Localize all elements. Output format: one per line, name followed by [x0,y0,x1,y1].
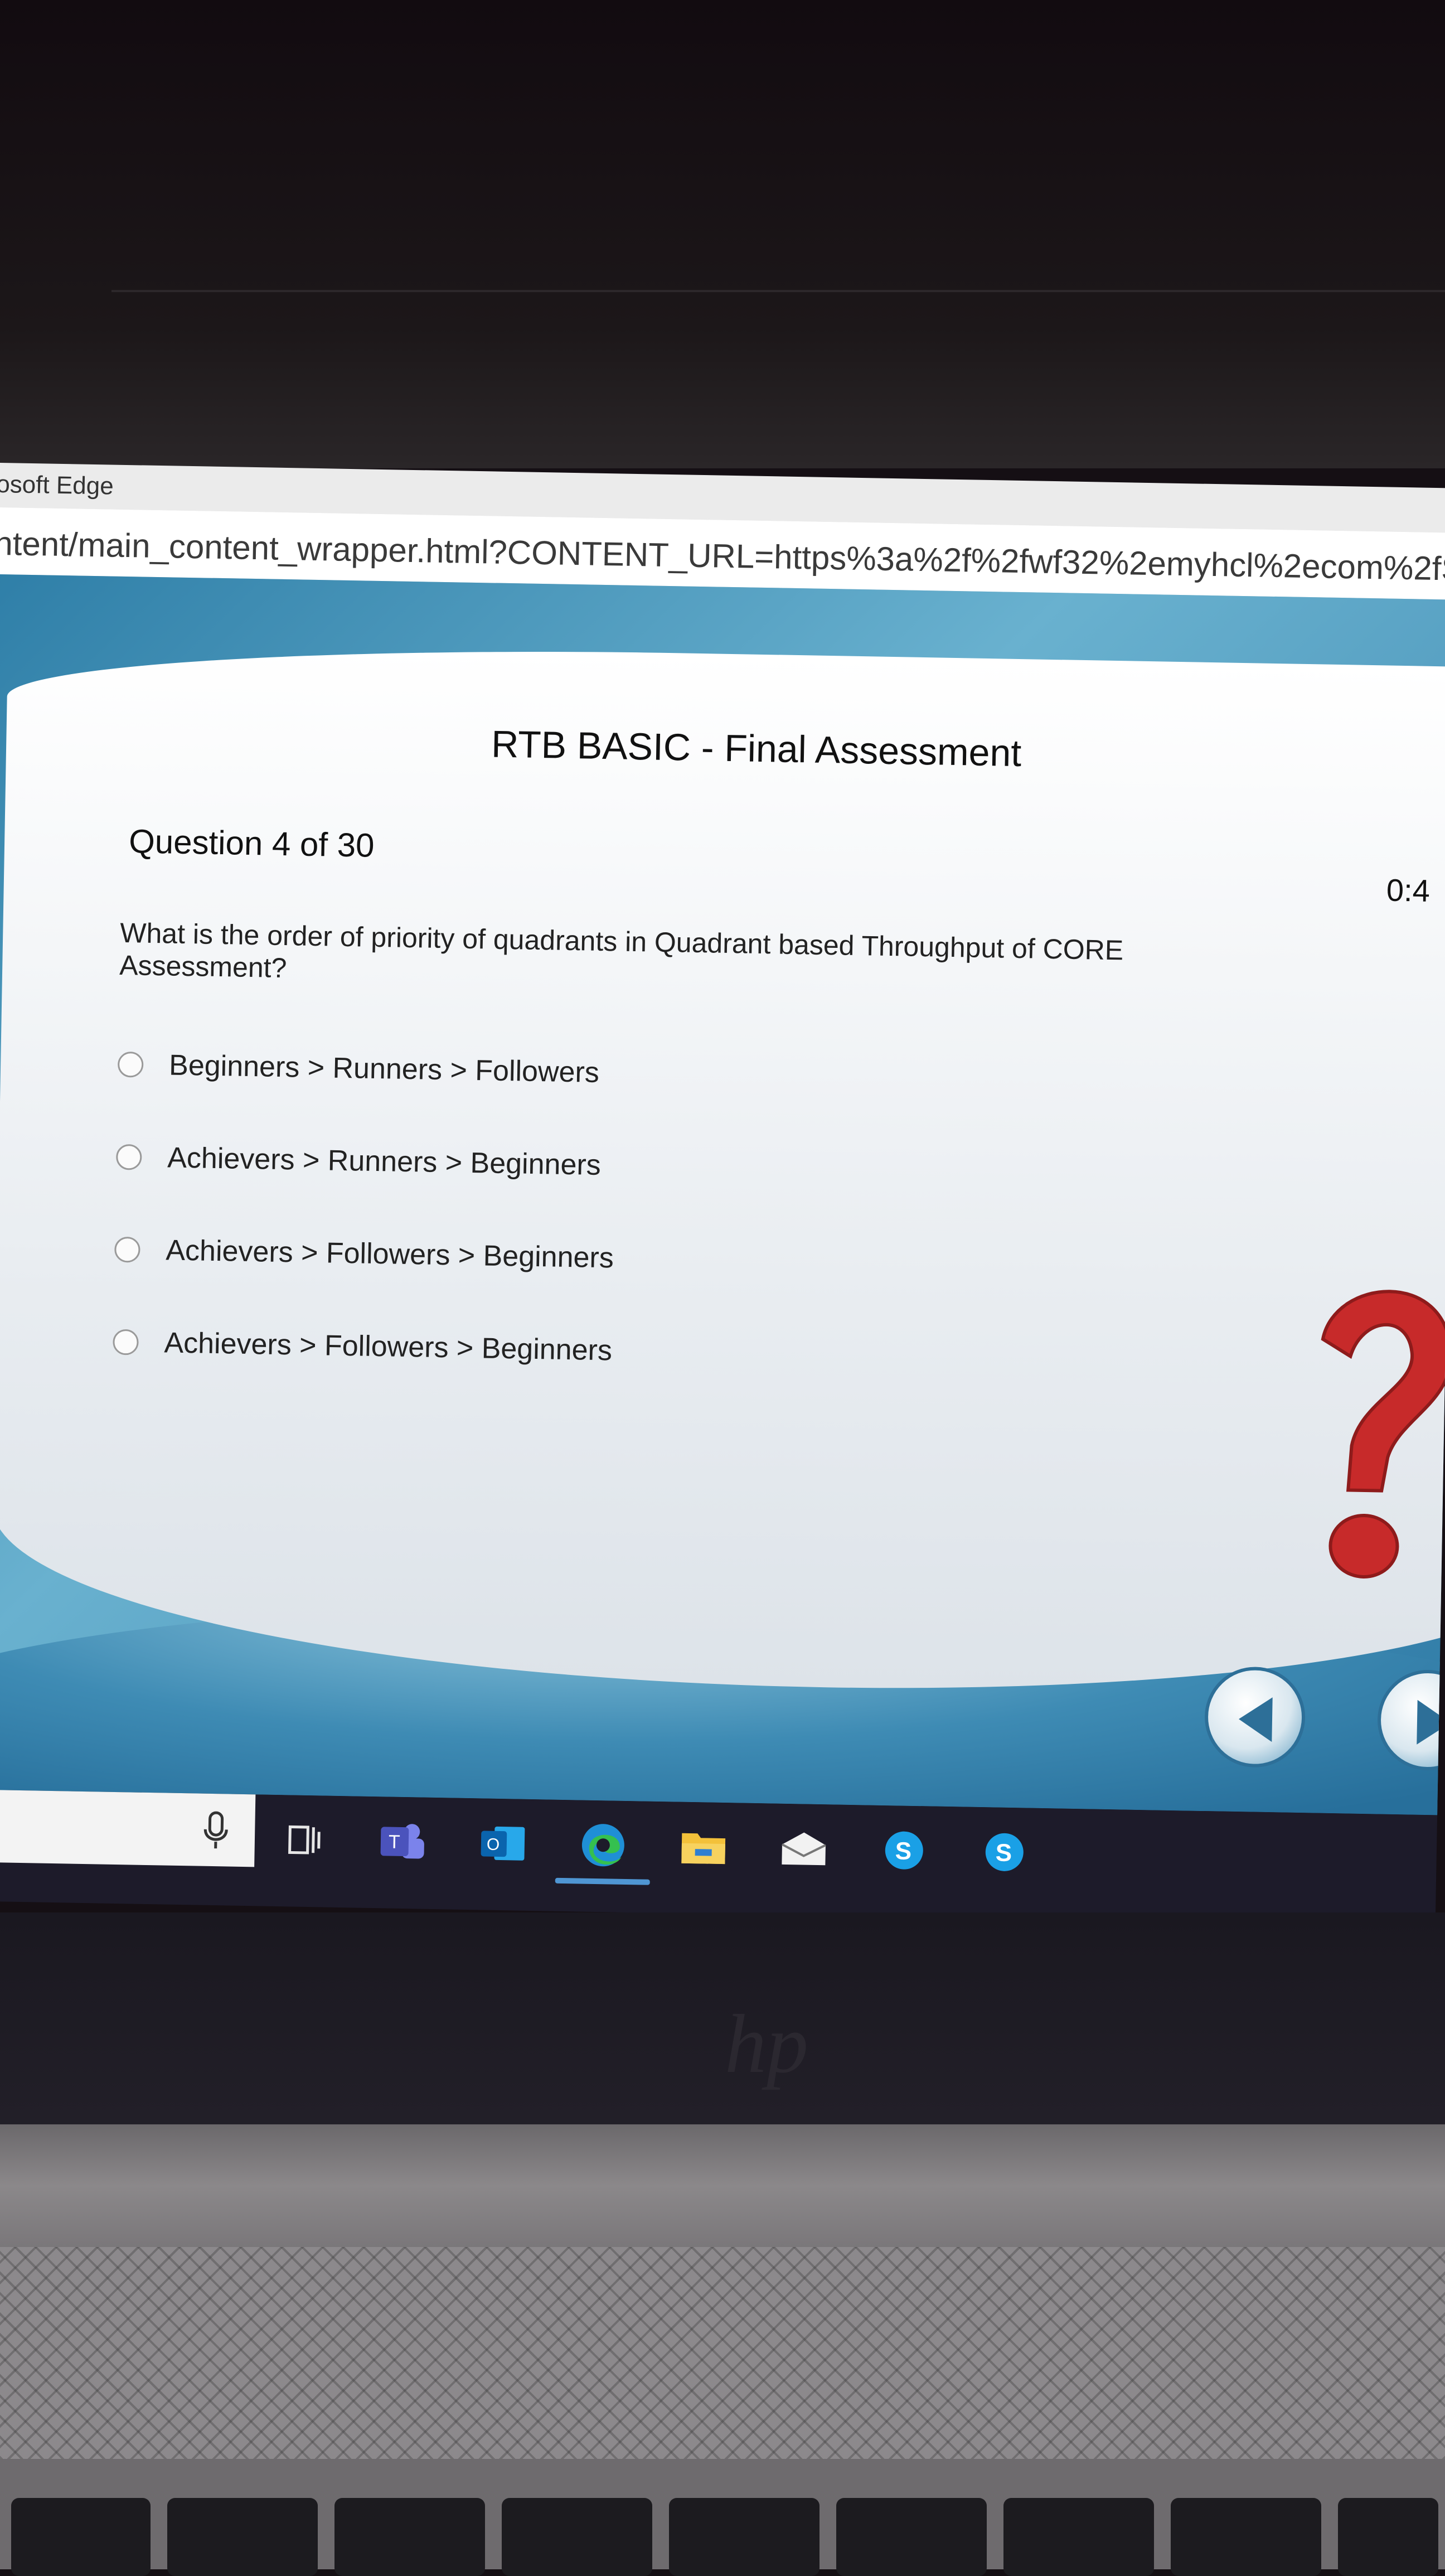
task-view-icon[interactable] [277,1812,333,1868]
answer-option-label[interactable]: Achievers > Runners > Beginners [167,1141,601,1182]
svg-text:S: S [995,1839,1012,1867]
arrow-left-icon [1230,1691,1287,1748]
timer-readout: 0:4 [1386,872,1430,909]
svg-text:S: S [895,1837,911,1865]
laptop-screen: osoft Edge ntent/main_content_wrapper.ht… [0,463,1445,1938]
laptop-lower-bezel [0,1912,1445,2147]
keyboard-key [1003,2498,1154,2576]
microphone-icon[interactable] [187,1802,244,1858]
radio-button[interactable] [116,1144,142,1170]
answer-option[interactable]: Beginners > Runners > Followers [117,1034,617,1104]
keyboard-key [502,2498,652,2576]
keyboard-key [167,2498,318,2576]
outlook-icon[interactable]: O [474,1815,531,1872]
keyboard-key [11,2498,151,2576]
radio-button[interactable] [118,1052,144,1078]
radio-button[interactable] [114,1237,140,1263]
question-mark-icon [1307,1255,1445,1592]
active-app-indicator [555,1878,650,1885]
radio-button[interactable] [113,1329,139,1355]
brand-logo: hp [725,1996,808,2092]
answer-option[interactable]: Achievers > Runners > Beginners [115,1126,615,1197]
answer-option[interactable]: Achievers > Followers > Beginners [114,1219,614,1289]
laptop-hinge [0,2124,1445,2247]
taskbar-search-box[interactable] [0,1790,255,1867]
skype-icon[interactable]: S [976,1824,1033,1881]
answer-option-label[interactable]: Achievers > Followers > Beginners [164,1326,612,1367]
page-title: RTB BASIC - Final Assessment [491,722,1022,775]
answer-option[interactable]: Achievers > Followers > Beginners [113,1311,613,1382]
file-explorer-icon[interactable] [675,1819,732,1876]
skype-icon[interactable]: S [876,1822,933,1879]
answer-options: Beginners > Runners > Followers Achiever… [112,1034,618,1413]
teams-icon[interactable]: T [374,1813,431,1870]
monitor-bezel-top [0,0,1445,468]
assessment-page: RTB BASIC - Final Assessment Question 4 … [0,574,1445,1815]
keyboard-key [334,2498,485,2576]
keyboard-key [1171,2498,1321,2576]
answer-option-label[interactable]: Beginners > Runners > Followers [169,1048,600,1089]
answer-option-label[interactable]: Achievers > Followers > Beginners [166,1233,614,1275]
window-title: osoft Edge [0,471,114,501]
svg-text:O: O [487,1836,500,1854]
svg-text:T: T [389,1832,400,1853]
arrow-right-icon [1403,1694,1445,1751]
keyboard-key [669,2498,820,2576]
keyboard-row [0,2459,1445,2569]
edge-icon[interactable] [575,1817,632,1873]
mail-icon[interactable] [775,1820,832,1877]
keyboard-key [1338,2498,1438,2576]
speaker-grille [0,2247,1445,2459]
bezel-edge-line [111,290,1445,292]
question-counter: Question 4 of 30 [129,822,375,865]
keyboard-key [836,2498,987,2576]
